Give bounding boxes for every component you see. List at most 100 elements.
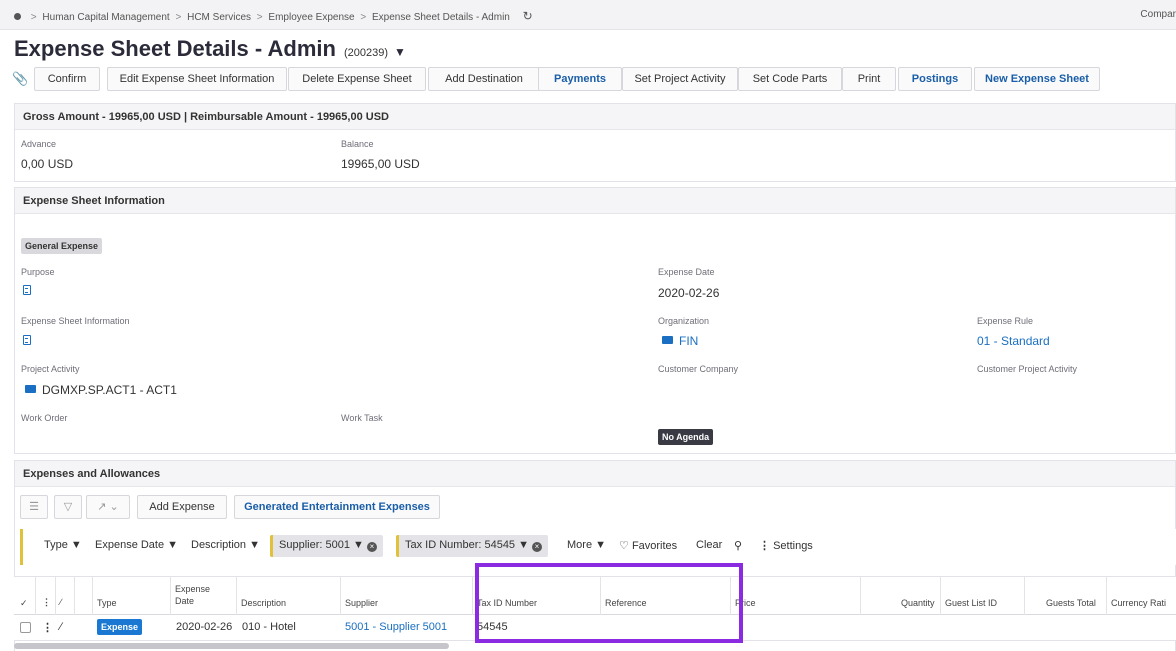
search-icon[interactable]: ⚲ — [734, 539, 742, 552]
delete-expense-sheet-button[interactable]: Delete Expense Sheet — [288, 67, 426, 91]
breadcrumb-item-hcm-services[interactable]: HCM Services — [187, 12, 251, 23]
supplier-filter-chip[interactable]: Supplier: 5001 ▼ × — [270, 535, 383, 557]
column-header-price[interactable]: Price — [735, 598, 756, 608]
generated-entertainment-expenses-button[interactable]: Generated Entertainment Expenses — [234, 495, 440, 519]
chevron-down-icon: ▼ — [353, 539, 364, 551]
tax-id-filter-chip[interactable]: Tax ID Number: 54545 ▼ × — [396, 535, 549, 557]
print-button[interactable]: Print — [842, 67, 896, 91]
payments-button[interactable]: Payments — [538, 67, 622, 91]
organization-value-text: FIN — [679, 334, 699, 348]
organization-label: Organization — [658, 316, 710, 326]
balance-value: 19965,00 USD — [341, 157, 420, 171]
purpose-document-icon[interactable] — [23, 285, 31, 295]
row-select-checkbox[interactable] — [20, 622, 31, 633]
more-filter[interactable]: More ▼ — [567, 539, 606, 551]
expense-sheet-information-header: Expense Sheet Information — [15, 188, 1175, 214]
add-expense-button[interactable]: Add Expense — [137, 495, 227, 519]
clear-filters-button[interactable]: Clear — [696, 539, 722, 551]
project-activity-value[interactable]: DGMXP.SP.ACT1 - ACT1 — [25, 383, 177, 397]
company-label[interactable]: Compar — [1140, 9, 1176, 20]
expense-sheet-information-label: Expense Sheet Information — [21, 316, 130, 326]
row-kebab-menu-icon[interactable]: ⋮ — [42, 621, 53, 634]
column-header-supplier[interactable]: Supplier — [345, 598, 378, 608]
refresh-icon[interactable]: ↻ — [523, 9, 533, 23]
cell-supplier-link[interactable]: 5001 - Supplier 5001 — [345, 621, 447, 633]
postings-button[interactable]: Postings — [898, 67, 972, 91]
type-filter-label: Type — [44, 539, 68, 551]
no-agenda-badge: No Agenda — [658, 429, 714, 445]
sheet-info-document-icon[interactable] — [23, 335, 31, 345]
project-activity-label: Project Activity — [21, 364, 80, 374]
amounts-header: Gross Amount - 19965,00 USD | Reimbursab… — [15, 104, 1175, 130]
chevron-down-icon: ▼ — [167, 539, 179, 551]
customer-project-activity-label: Customer Project Activity — [977, 364, 1078, 374]
breadcrumb-item-hcm[interactable]: Human Capital Management — [42, 12, 169, 23]
column-header-guest-list-id[interactable]: Guest List ID — [945, 598, 997, 608]
favorites-label: Favorites — [631, 540, 678, 552]
column-header-expense-date-line1[interactable]: Expense — [175, 584, 210, 594]
expenses-grid-header: ✓ ⋮ ∕ Type Expense Date Description Supp… — [14, 576, 1176, 641]
column-header-tax-id-number[interactable]: Tax ID Number — [477, 598, 537, 608]
list-view-icon[interactable]: ☰ — [20, 495, 48, 519]
column-header-quantity[interactable]: Quantity — [901, 598, 935, 608]
expense-date-filter-label: Expense Date — [95, 539, 165, 551]
breadcrumb-bar: > Human Capital Management > HCM Service… — [0, 0, 1176, 30]
confirm-button[interactable]: Confirm — [34, 67, 100, 91]
cell-description: 010 - Hotel — [242, 621, 296, 633]
record-selector-chevron-down-icon[interactable]: ▼ — [394, 45, 406, 59]
tax-id-filter-text: Tax ID Number: 54545 — [405, 539, 516, 551]
export-icon[interactable]: ↗ ⌄ — [86, 495, 130, 519]
expense-date-value: 2020-02-26 — [658, 286, 720, 300]
record-id: (200239) — [343, 47, 388, 59]
row-menu-kebab-icon[interactable]: ⋮ — [42, 597, 51, 608]
more-label: More — [567, 539, 593, 551]
column-header-currency-rate[interactable]: Currency Rati — [1111, 598, 1166, 608]
description-filter[interactable]: Description ▼ — [191, 539, 260, 551]
expense-rule-value[interactable]: 01 - Standard — [977, 334, 1050, 348]
advance-value: 0,00 USD — [21, 157, 74, 171]
column-header-description[interactable]: Description — [241, 598, 286, 608]
home-dot-icon[interactable] — [14, 13, 21, 20]
description-filter-label: Description — [191, 539, 247, 551]
set-project-activity-button[interactable]: Set Project Activity — [622, 67, 738, 91]
remove-filter-icon[interactable]: × — [366, 542, 377, 552]
expense-date-filter[interactable]: Expense Date ▼ — [95, 539, 178, 551]
horizontal-scrollbar[interactable] — [14, 643, 449, 649]
breadcrumb-item-employee-expense[interactable]: Employee Expense — [268, 12, 354, 23]
expense-rule-label: Expense Rule — [977, 316, 1034, 326]
cell-tax-id-number: 54545 — [477, 621, 508, 633]
select-all-check-icon[interactable]: ✓ — [20, 598, 28, 609]
expenses-header: Expenses and Allowances — [15, 461, 1175, 487]
kebab-menu-icon: ⋮ — [759, 540, 770, 552]
add-destination-button[interactable]: Add Destination — [428, 67, 540, 91]
set-code-parts-button[interactable]: Set Code Parts — [738, 67, 842, 91]
edit-expense-sheet-information-button[interactable]: Edit Expense Sheet Information — [107, 67, 287, 91]
favorites-button[interactable]: ♡ Favorites — [619, 539, 677, 552]
chevron-down-icon: ▼ — [595, 539, 607, 551]
filter-funnel-icon[interactable]: ▽ — [54, 495, 82, 519]
attachment-paperclip-icon[interactable]: 📎 — [12, 71, 28, 87]
settings-button[interactable]: ⋮ Settings — [759, 539, 813, 552]
supplier-filter-text: Supplier: 5001 — [279, 539, 350, 551]
chevron-down-icon: ▼ — [70, 539, 82, 551]
advance-label: Advance — [21, 139, 57, 149]
filter-bar: Type ▼ Expense Date ▼ Description ▼ Supp… — [20, 529, 1176, 565]
breadcrumb: > Human Capital Management > HCM Service… — [14, 9, 533, 23]
expense-date-label: Expense Date — [658, 267, 715, 277]
general-expense-badge: General Expense — [21, 238, 103, 254]
column-header-expense-date-line2[interactable]: Date — [175, 596, 194, 606]
new-expense-sheet-button[interactable]: New Expense Sheet — [974, 67, 1100, 91]
remove-filter-icon[interactable]: × — [532, 542, 543, 552]
amounts-panel: Gross Amount - 19965,00 USD | Reimbursab… — [14, 103, 1176, 182]
balance-label: Balance — [341, 139, 374, 149]
organization-value[interactable]: FIN — [662, 334, 698, 348]
work-order-label: Work Order — [21, 413, 68, 423]
row-attachment-paperclip-icon[interactable]: ∕ — [60, 621, 62, 633]
page-title-text: Expense Sheet Details - Admin — [14, 36, 336, 61]
chevron-down-icon: ▼ — [518, 539, 530, 551]
column-header-type[interactable]: Type — [97, 598, 117, 608]
table-row[interactable]: ⋮ ∕ Expense 2020-02-26 010 - Hotel 5001 … — [14, 615, 1176, 641]
type-filter[interactable]: Type ▼ — [44, 539, 82, 551]
column-header-reference[interactable]: Reference — [605, 598, 647, 608]
column-header-guests-total[interactable]: Guests Total — [1046, 598, 1096, 608]
